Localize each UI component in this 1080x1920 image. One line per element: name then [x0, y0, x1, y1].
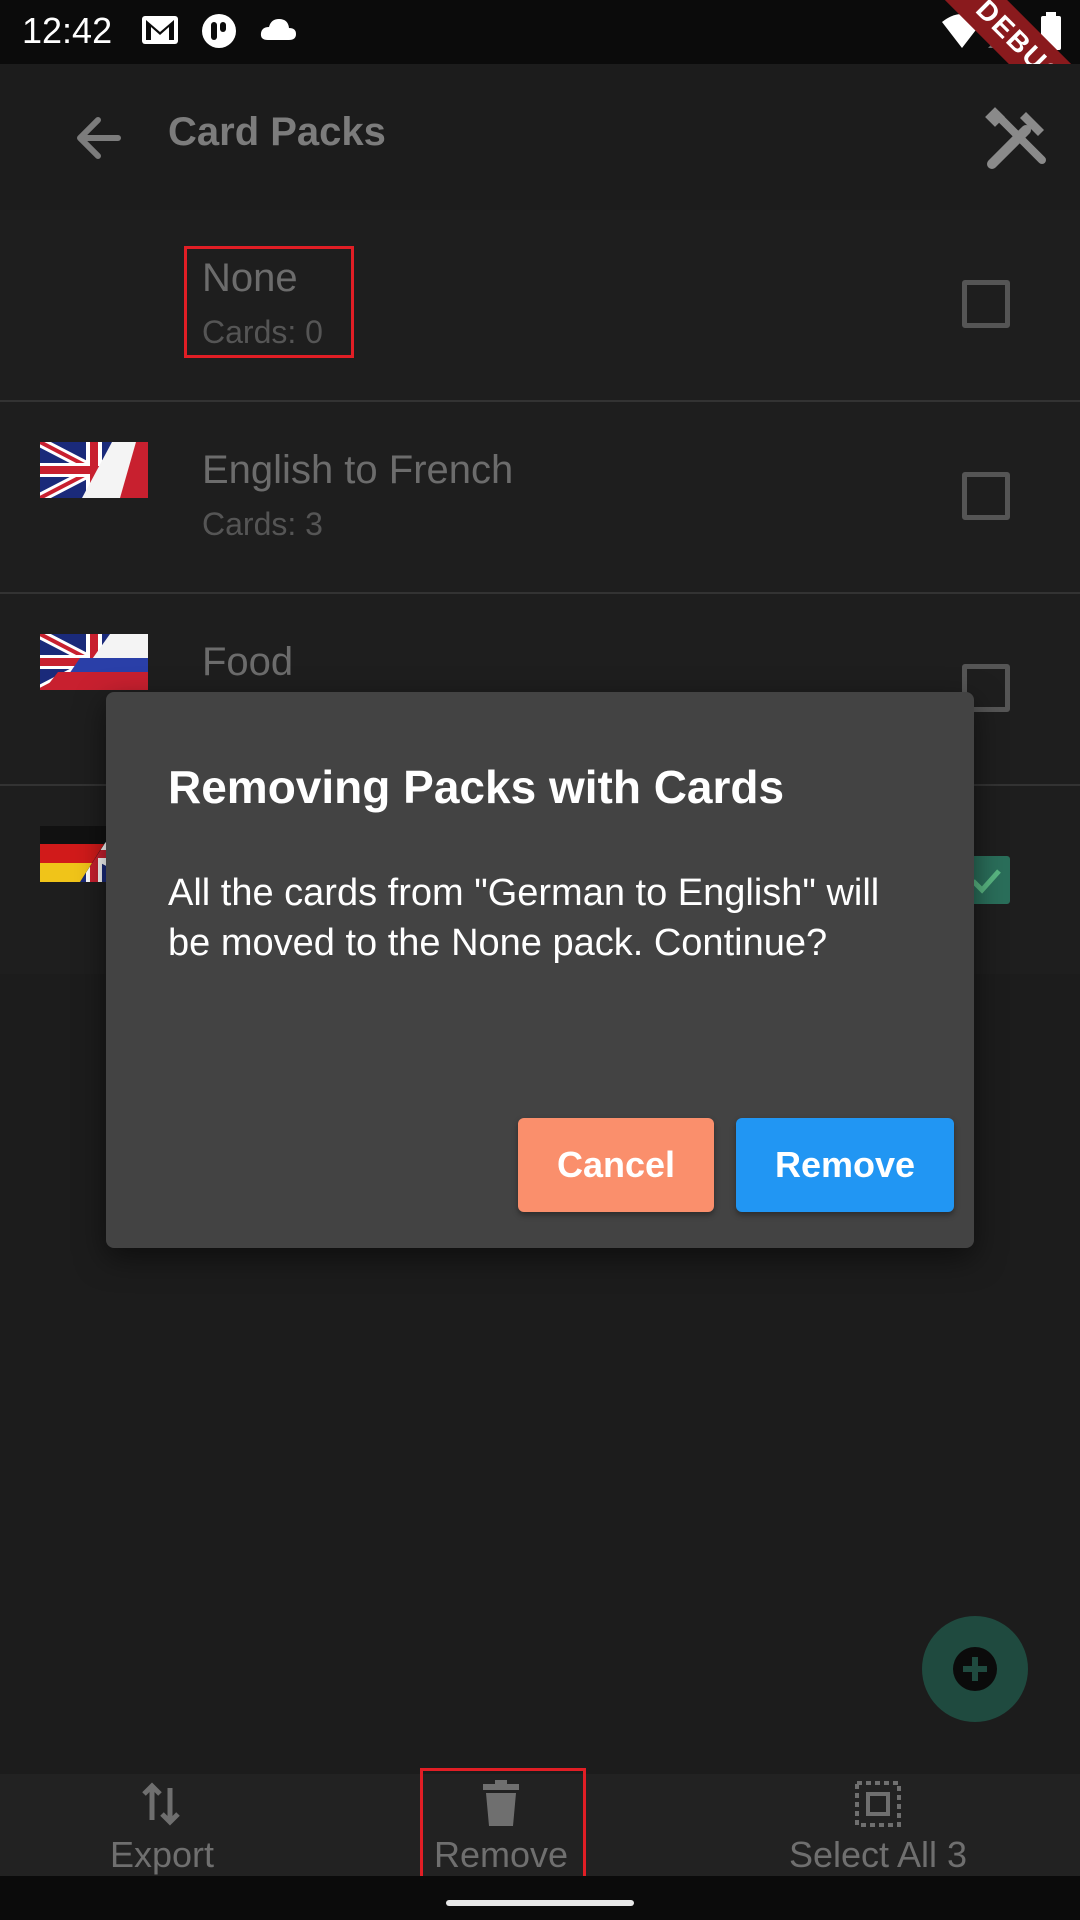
screen: 12:42 DEBUG Card Packs None Cards: 0 Eng… [0, 0, 1080, 1920]
confirm-dialog: Removing Packs with Cards All the cards … [106, 692, 974, 1248]
dialog-message: All the cards from "German to English" w… [168, 872, 880, 964]
cancel-button[interactable]: Cancel [518, 1118, 714, 1212]
dialog-title: Removing Packs with Cards [168, 761, 785, 813]
remove-button[interactable]: Remove [736, 1118, 954, 1212]
